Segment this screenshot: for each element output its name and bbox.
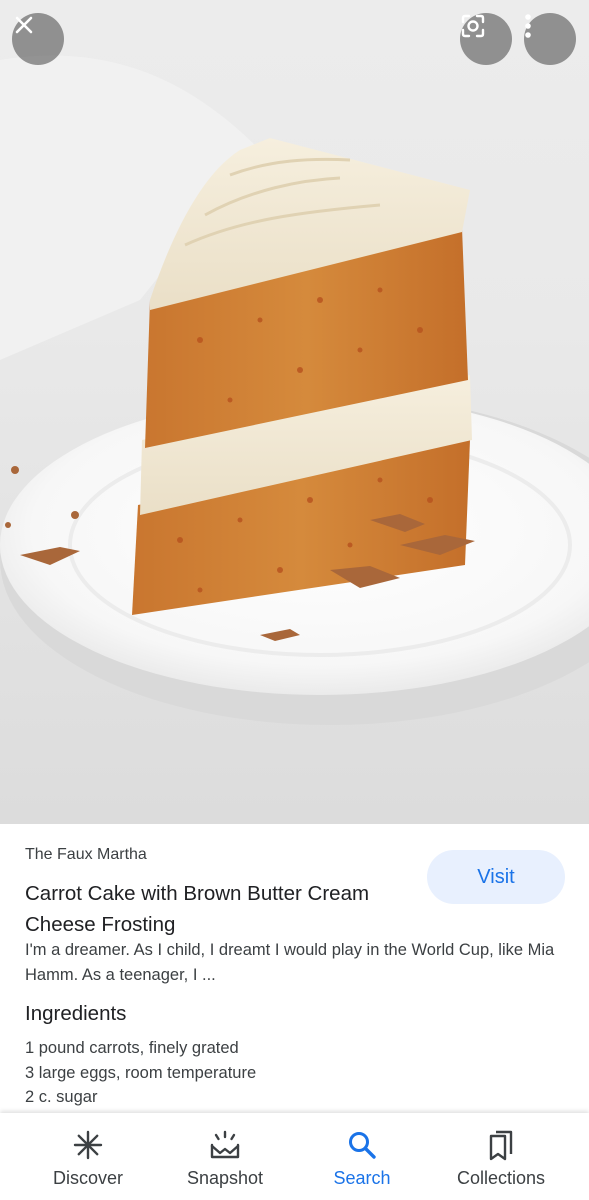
carrot-cake-illustration xyxy=(0,55,589,725)
ingredients-list: 1 pound carrots, finely grated 3 large e… xyxy=(25,1036,565,1110)
asterisk-icon xyxy=(72,1128,104,1162)
lens-icon xyxy=(461,14,485,38)
result-image[interactable] xyxy=(0,0,589,824)
nav-snapshot-label: Snapshot xyxy=(186,1168,264,1188)
nav-discover[interactable]: Discover xyxy=(23,1113,153,1200)
nav-discover-label: Discover xyxy=(52,1168,123,1188)
collections-icon xyxy=(486,1128,516,1162)
close-icon xyxy=(15,16,33,34)
nav-collections[interactable]: Collections xyxy=(436,1113,566,1200)
source-name[interactable]: The Faux Martha xyxy=(25,846,147,864)
ingredient-item: 3 large eggs, room temperature xyxy=(25,1063,257,1082)
ingredient-item: 2 c. sugar xyxy=(25,1088,98,1106)
visit-button[interactable]: Visit xyxy=(427,850,565,904)
result-description: I'm a dreamer. As I child, I dreamt I wo… xyxy=(25,941,555,984)
nav-collections-label: Collections xyxy=(456,1168,546,1188)
snapshot-icon xyxy=(208,1128,242,1162)
nav-search[interactable]: Search xyxy=(297,1113,427,1200)
more-options-button[interactable] xyxy=(524,13,576,65)
ingredients-heading: Ingredients xyxy=(25,1002,127,1025)
lens-button[interactable] xyxy=(460,13,512,65)
ingredient-item: 1 pound carrots, finely grated xyxy=(25,1039,239,1057)
close-button[interactable] xyxy=(12,13,64,65)
bottom-navigation: Discover Snapshot Search Collections xyxy=(0,1113,589,1200)
nav-search-label: Search xyxy=(333,1168,391,1188)
result-title[interactable]: Carrot Cake with Brown Butter Cream Chee… xyxy=(25,878,405,940)
nav-snapshot[interactable]: Snapshot xyxy=(160,1113,290,1200)
search-icon xyxy=(346,1128,378,1162)
more-vert-icon xyxy=(525,14,531,38)
